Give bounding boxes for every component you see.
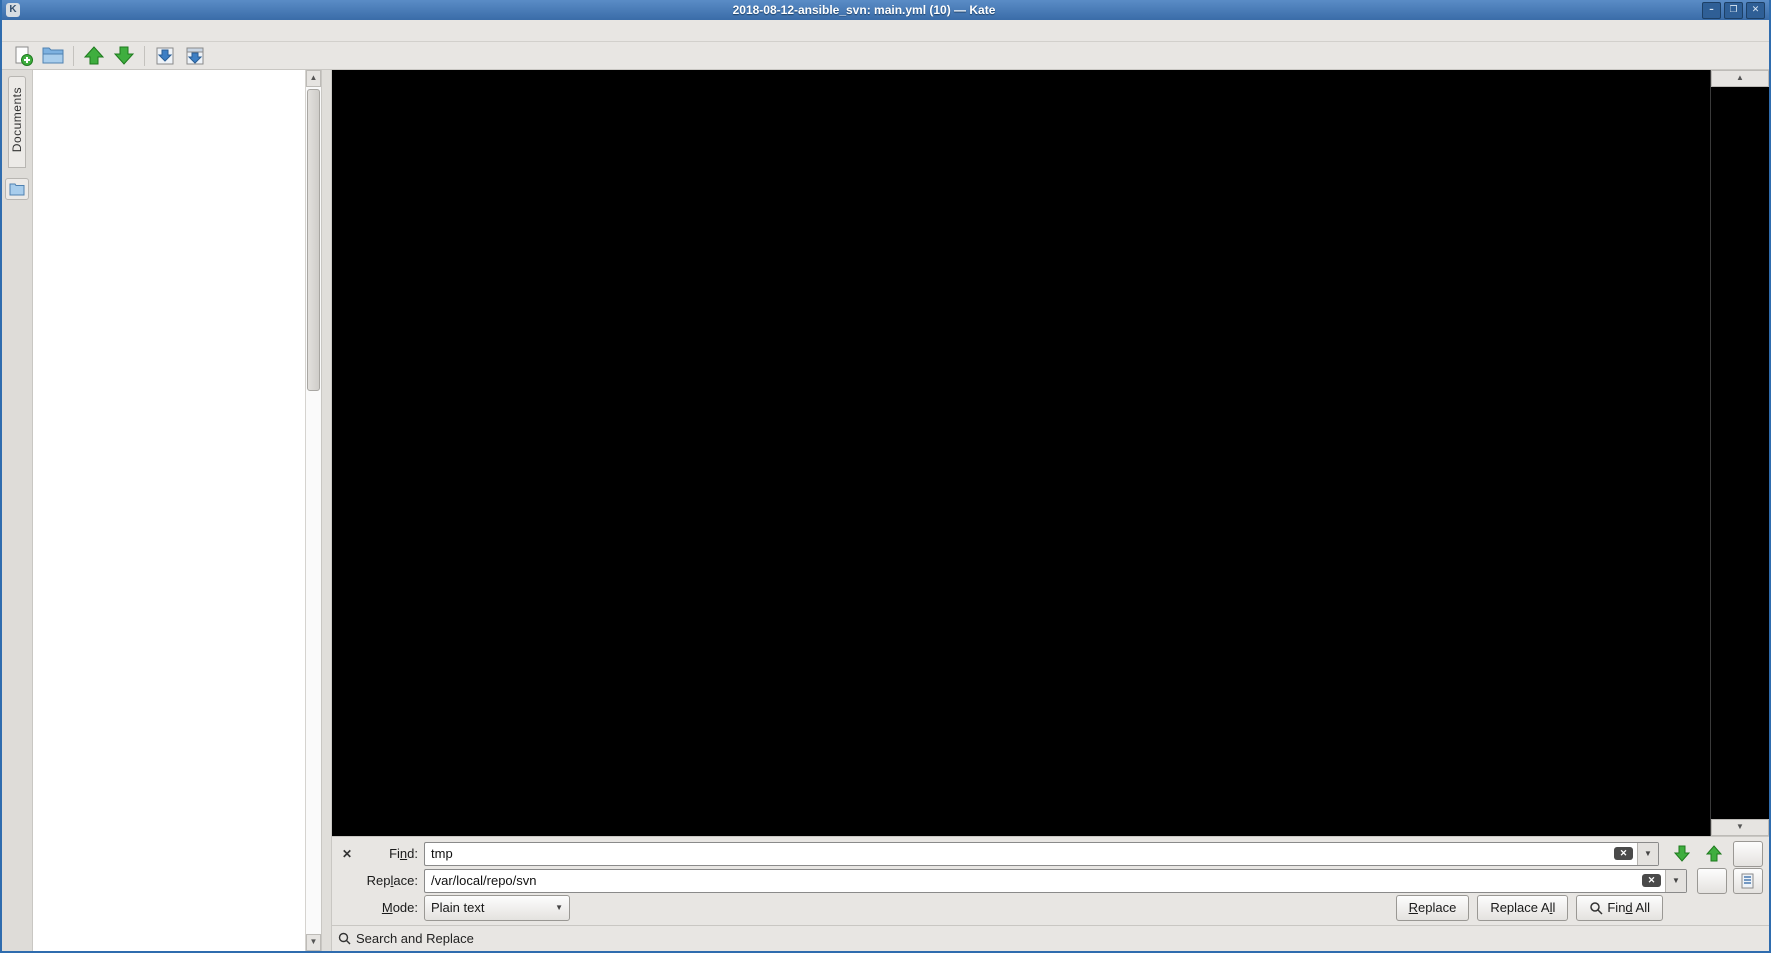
find-label: Find: <box>362 846 418 861</box>
close-button[interactable]: ✕ <box>1746 2 1765 19</box>
document-list-icon <box>1741 873 1755 889</box>
find-previous-button[interactable] <box>1701 842 1727 866</box>
window-title: 2018-08-12-ansible_svn: main.yml (10) — … <box>26 3 1702 17</box>
replace-options-button[interactable] <box>1697 868 1727 894</box>
save-button[interactable] <box>152 44 178 68</box>
project-file-tree <box>33 70 305 951</box>
find-all-label: Find All <box>1607 900 1650 915</box>
green-up-arrow-icon <box>83 45 105 67</box>
editor-scroll-down-arrow[interactable]: ▼ <box>1711 819 1769 836</box>
chevron-down-icon: ▼ <box>555 903 563 912</box>
replace-history-dropdown[interactable]: ▼ <box>1665 870 1686 892</box>
clear-replace-icon[interactable]: ✕ <box>1642 874 1661 887</box>
minimize-button[interactable]: – <box>1702 2 1721 19</box>
scroll-down-arrow[interactable]: ▼ <box>306 934 321 951</box>
folder-icon <box>9 183 25 196</box>
expand-results-button[interactable] <box>1733 868 1763 894</box>
toolbar-row <box>2 42 1769 70</box>
tree-scrollbar: ▲ ▼ <box>305 70 321 951</box>
titlebar[interactable]: K 2018-08-12-ansible_svn: main.yml (10) … <box>2 0 1769 20</box>
new-document-button[interactable] <box>10 44 36 68</box>
maximize-button[interactable]: ❐ <box>1724 2 1743 19</box>
scrollbar-minimap[interactable] <box>1711 87 1769 819</box>
close-search-icon[interactable]: ✕ <box>338 847 356 861</box>
panel-splitter[interactable] <box>321 70 332 951</box>
save-as-button[interactable] <box>182 44 208 68</box>
new-document-icon <box>12 45 34 67</box>
replace-label: Replace: <box>362 873 418 888</box>
replace-combobox: ✕ ▼ <box>424 869 1687 893</box>
mode-label: Mode: <box>362 900 418 915</box>
search-icon <box>1589 901 1603 915</box>
kate-app-icon: K <box>6 3 20 17</box>
bottom-toolview-bar: Search and Replace <box>332 925 1769 951</box>
search-replace-panel: ✕ Find: ✕ ▼ <box>332 836 1769 925</box>
scrollbar-track[interactable] <box>306 87 321 934</box>
green-down-arrow-icon <box>113 45 135 67</box>
toolbar-separator <box>144 46 145 66</box>
replace-input[interactable] <box>425 873 1642 888</box>
open-document-button[interactable] <box>40 44 66 68</box>
find-input[interactable] <box>425 846 1614 861</box>
forward-button[interactable] <box>111 44 137 68</box>
left-sidebar-strip: Documents <box>2 70 33 951</box>
search-replace-toolview-tab[interactable]: Search and Replace <box>356 931 474 946</box>
editor-scroll-up-arrow[interactable]: ▲ <box>1711 70 1769 87</box>
kate-window: K 2018-08-12-ansible_svn: main.yml (10) … <box>0 0 1771 953</box>
scrollbar-thumb[interactable] <box>307 89 320 391</box>
editor-text-area[interactable] <box>332 70 1710 836</box>
save-icon <box>154 45 176 67</box>
toolbar-separator <box>73 46 74 66</box>
menubar <box>2 20 1769 42</box>
clear-find-icon[interactable]: ✕ <box>1614 847 1633 860</box>
documents-toolview-button[interactable] <box>5 178 29 200</box>
green-down-arrow-icon <box>1673 845 1691 863</box>
scroll-up-arrow[interactable]: ▲ <box>306 70 321 87</box>
save-as-icon <box>184 45 206 67</box>
replace-button[interactable]: Replace <box>1396 895 1470 921</box>
find-combobox: ✕ ▼ <box>424 842 1659 866</box>
find-all-button[interactable]: Find All <box>1576 895 1663 921</box>
find-next-button[interactable] <box>1669 842 1695 866</box>
mode-select[interactable]: Plain text ▼ <box>424 895 570 921</box>
editor-minimap-column: ▲ ▼ <box>1710 70 1769 836</box>
replace-all-button[interactable]: Replace All <box>1477 895 1568 921</box>
documents-sidebar-tab[interactable]: Documents <box>8 76 26 168</box>
back-button[interactable] <box>81 44 107 68</box>
tab-bar <box>302 42 1769 69</box>
open-folder-icon <box>41 45 65 67</box>
search-options-button[interactable] <box>1733 841 1763 867</box>
find-history-dropdown[interactable]: ▼ <box>1637 843 1658 865</box>
toolbar <box>2 42 302 69</box>
mode-value: Plain text <box>431 900 484 915</box>
search-icon <box>338 932 351 945</box>
green-up-arrow-icon <box>1705 845 1723 863</box>
